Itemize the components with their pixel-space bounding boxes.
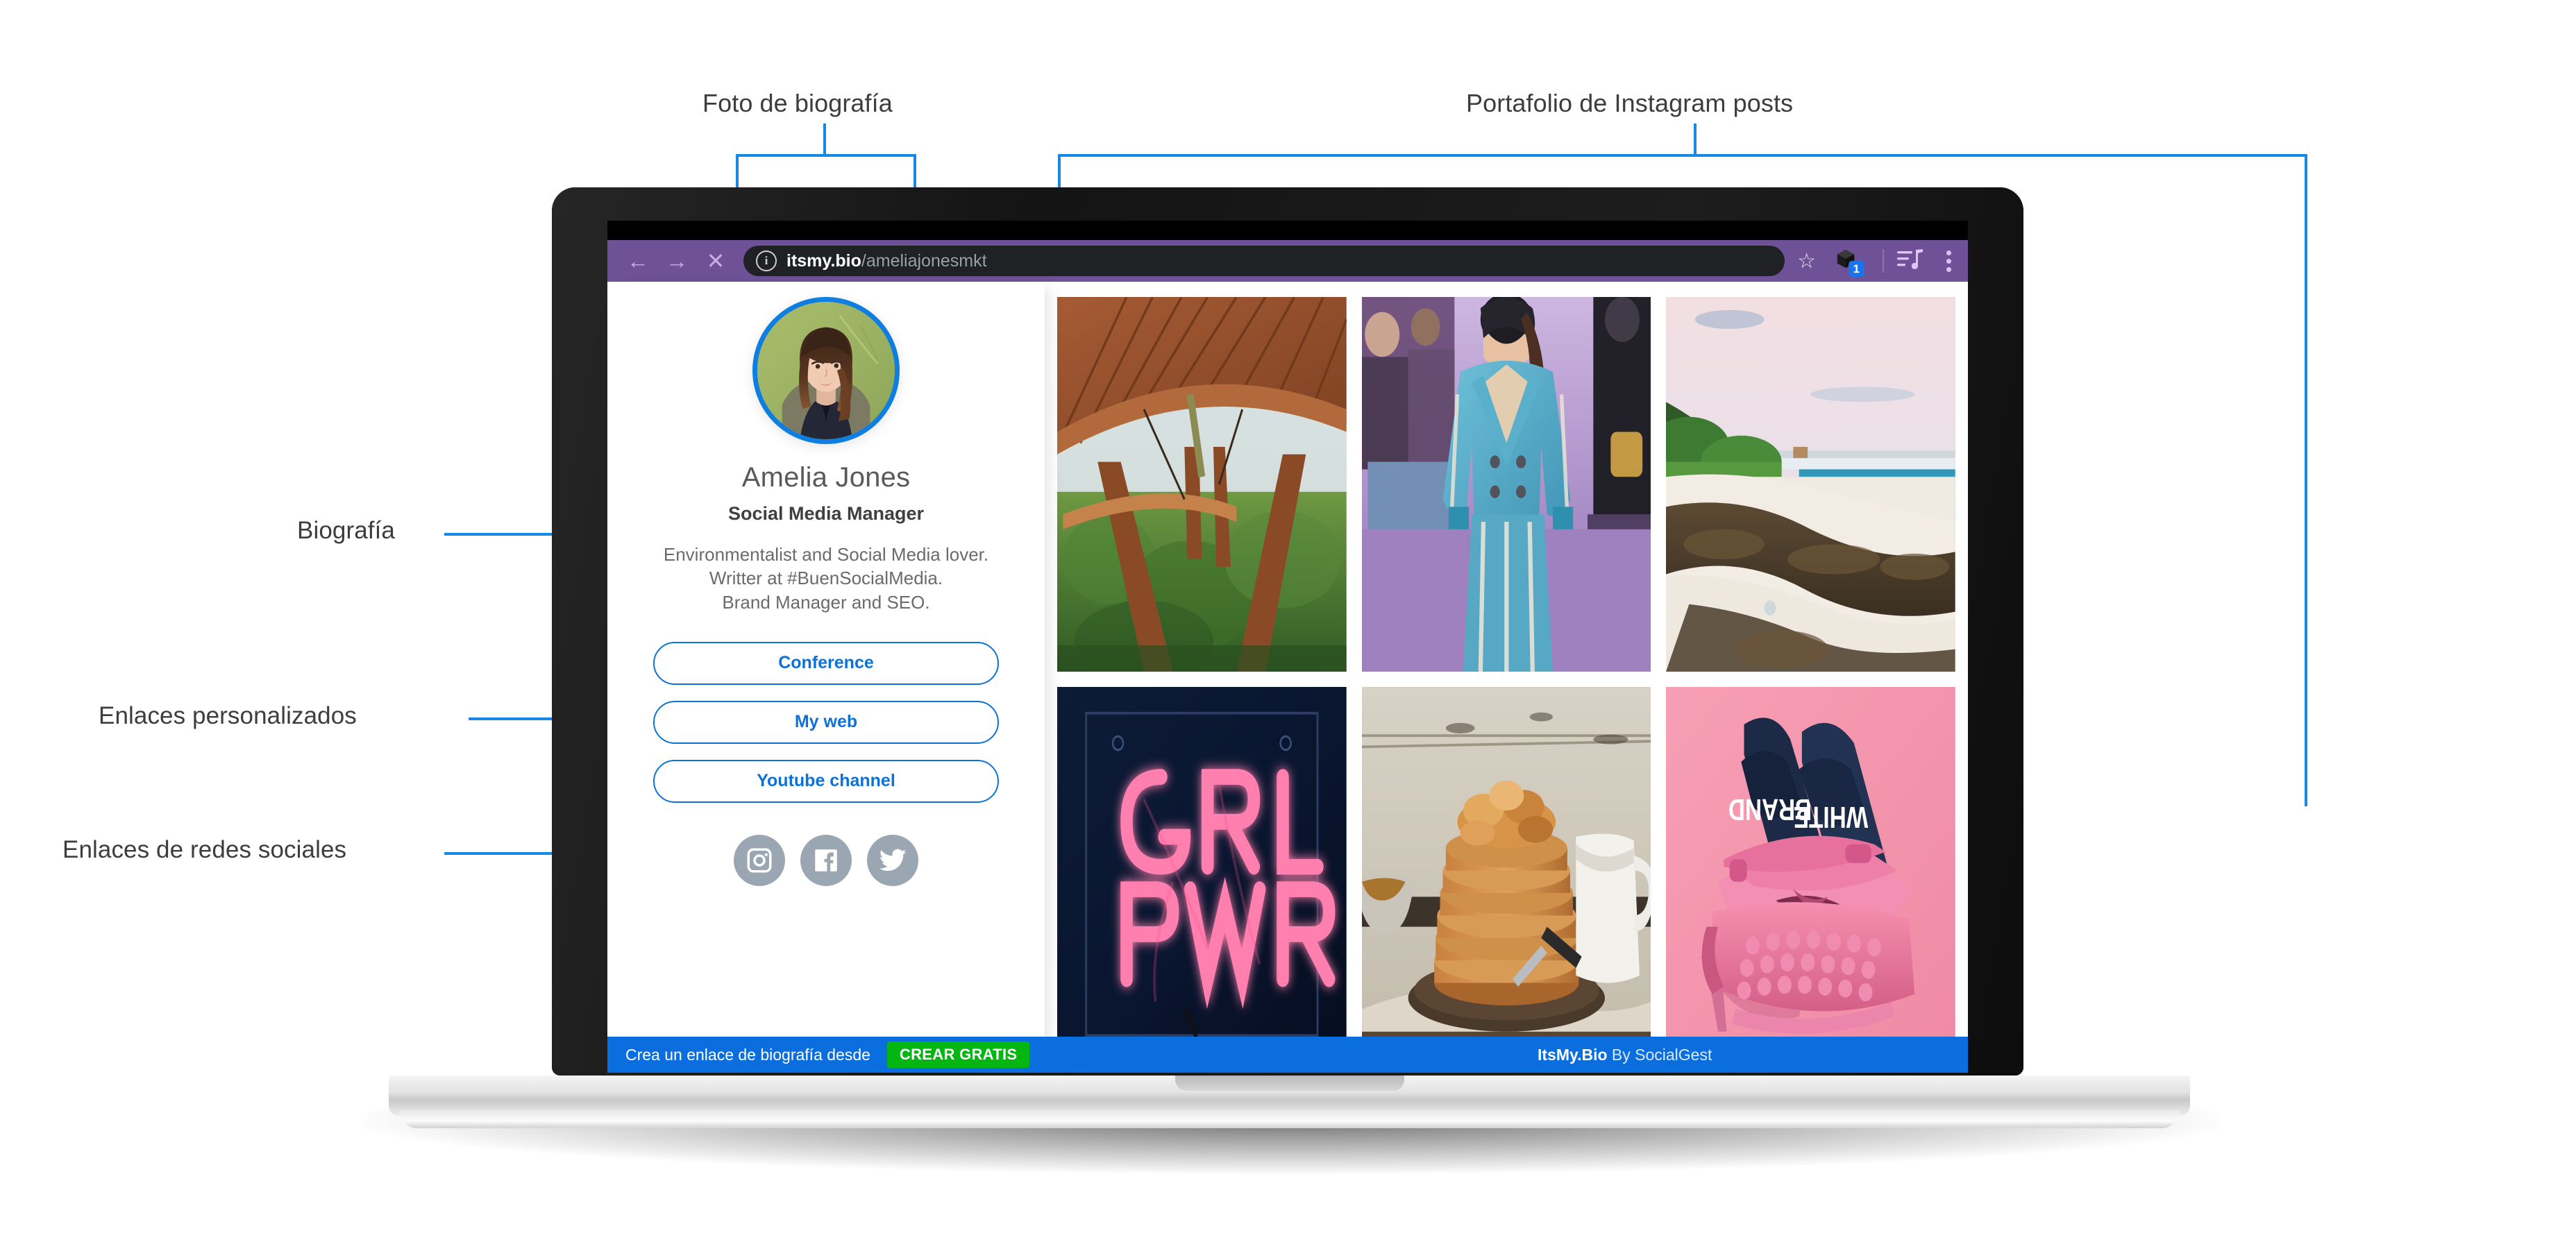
post-thumbnail-typewriter[interactable]: BRAND WHITE xyxy=(1666,687,1955,1062)
annotation-portfolio-label: Portafolio de Instagram posts xyxy=(1466,89,1794,117)
bio-line-2: Writter at #BuenSocialMedia. xyxy=(709,568,943,589)
laptop-base-edge xyxy=(399,1110,2180,1128)
three-dots-menu-icon[interactable] xyxy=(1946,250,1951,272)
extension-badge: 1 xyxy=(1848,260,1864,277)
scene: Foto de biografía Portafolio de Instagra… xyxy=(0,0,2576,1258)
leader-line xyxy=(823,124,826,155)
leader-line xyxy=(1694,124,1697,155)
bio-line-3: Brand Manager and SEO. xyxy=(722,591,930,613)
url-text: itsmy.bio/ameliajonesmkt xyxy=(786,251,987,271)
runway-denim-fashion-photo xyxy=(1361,297,1651,672)
instagram-icon[interactable] xyxy=(734,834,785,886)
link-button-youtube-channel[interactable]: Youtube channel xyxy=(653,759,999,803)
pink-typewriter-sandals-photo: BRAND WHITE xyxy=(1666,687,1955,1062)
twitter-icon[interactable] xyxy=(867,834,918,886)
leader-line xyxy=(469,717,555,720)
beach-seaweed-shoreline-photo xyxy=(1666,297,1955,672)
annotation-bio-label: Biografía xyxy=(297,517,395,544)
address-bar[interactable]: i itsmy.bio/ameliajonesmkt xyxy=(743,246,1785,276)
bamboo-pavilion-jungle-photo xyxy=(1057,297,1347,672)
info-circle-icon[interactable]: i xyxy=(756,250,777,271)
custom-links-list: Conference My web Youtube channel xyxy=(607,641,1045,803)
annotation-social-links-label: Enlaces de redes sociales xyxy=(62,836,347,863)
post-thumbnail-grl-pwr[interactable] xyxy=(1057,687,1347,1062)
leader-line xyxy=(444,852,555,855)
url-domain: itsmy.bio xyxy=(786,250,861,271)
leader-line xyxy=(1058,154,2307,157)
forward-icon[interactable]: → xyxy=(659,243,695,279)
post-thumbnail-runway[interactable] xyxy=(1361,297,1651,672)
social-links-list xyxy=(734,834,918,886)
profile-bio: Environmentalist and Social Media lover.… xyxy=(664,543,988,614)
browser-tab-strip xyxy=(607,221,1968,240)
annotation-photo-label: Foto de biografía xyxy=(702,89,893,117)
link-button-conference[interactable]: Conference xyxy=(653,641,999,685)
footer-cta-text: Crea un enlace de biografía desde xyxy=(625,1045,870,1064)
footer-cta-bar: Crea un enlace de biografía desde CREAR … xyxy=(607,1037,1968,1073)
url-path: /ameliajonesmkt xyxy=(861,250,987,271)
slide-right-text: WHITE xyxy=(1794,800,1868,833)
star-icon[interactable]: ☆ xyxy=(1797,249,1816,273)
bio-line-1: Environmentalist and Social Media lover. xyxy=(663,544,989,565)
grl-pwr-neon-sign-photo xyxy=(1057,687,1347,1062)
facebook-icon[interactable] xyxy=(800,834,852,886)
back-icon[interactable]: ← xyxy=(620,243,656,279)
toolbar-divider xyxy=(1883,249,1884,273)
profile-sidebar: Amelia Jones Social Media Manager Enviro… xyxy=(607,282,1045,1073)
instagram-grid: BRAND WHITE xyxy=(1045,282,1968,1073)
link-button-my-web[interactable]: My web xyxy=(653,700,999,744)
post-thumbnail-pancakes[interactable] xyxy=(1361,687,1651,1062)
leader-line xyxy=(736,154,916,157)
extension-cube-icon[interactable]: 1 xyxy=(1833,246,1864,277)
profile-name: Amelia Jones xyxy=(741,462,911,493)
leader-line xyxy=(444,533,555,536)
post-thumbnail-bamboo[interactable] xyxy=(1057,297,1347,672)
stop-icon[interactable]: ✕ xyxy=(698,243,734,279)
leader-line xyxy=(2305,154,2307,806)
page-body: Amelia Jones Social Media Manager Enviro… xyxy=(607,282,1968,1073)
pancake-stack-breakfast-photo xyxy=(1361,687,1651,1062)
annotation-custom-links-label: Enlaces personalizados xyxy=(99,702,357,729)
create-free-button[interactable]: CREAR GRATIS xyxy=(886,1042,1030,1068)
footer-brand: ItsMy.Bio By SocialGest xyxy=(1538,1046,1712,1064)
avatar xyxy=(752,297,900,444)
avatar-photo xyxy=(757,302,895,439)
footer-brand-name: ItsMy.Bio xyxy=(1538,1045,1608,1064)
playlist-music-icon[interactable] xyxy=(1896,248,1924,275)
browser-toolbar: ← → ✕ i itsmy.bio/ameliajonesmkt ☆ 1 xyxy=(607,240,1968,282)
browser-window: ← → ✕ i itsmy.bio/ameliajonesmkt ☆ 1 Ame… xyxy=(607,221,1968,1073)
footer-brand-suffix: By SocialGest xyxy=(1607,1045,1712,1064)
profile-role: Social Media Manager xyxy=(727,503,925,524)
post-thumbnail-beach[interactable] xyxy=(1666,297,1955,672)
